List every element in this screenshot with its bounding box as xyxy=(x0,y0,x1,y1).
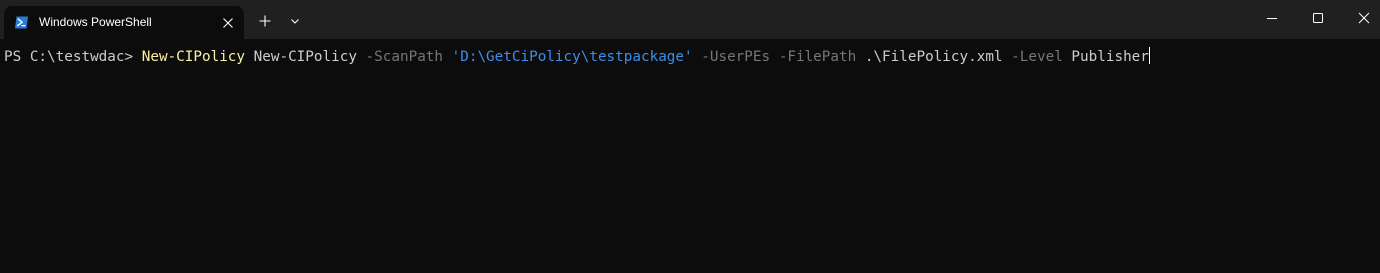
filepath-value: .\FilePolicy.xml xyxy=(864,49,1003,65)
scanpath-param: -ScanPath xyxy=(365,49,444,65)
level-value: Publisher xyxy=(1071,49,1149,65)
argument-token: New-CIPolicy xyxy=(245,49,366,65)
maximize-button[interactable] xyxy=(1295,0,1341,36)
prompt: PS C:\testwdac> xyxy=(4,49,142,65)
tab-dropdown-button[interactable] xyxy=(285,11,305,31)
minimize-button[interactable] xyxy=(1249,0,1295,36)
tab-title: Windows PowerShell xyxy=(39,15,152,29)
chevron-down-icon xyxy=(291,19,299,24)
scanpath-value: 'D:\GetCiPolicy\testpackage' xyxy=(451,49,693,65)
cmdlet-token: New-CIPolicy xyxy=(141,49,246,65)
filepath-param: -FilePath xyxy=(778,49,857,65)
maximize-icon xyxy=(1313,13,1323,23)
userpes-param: -UserPEs xyxy=(701,49,771,65)
tab-bar: Windows PowerShell xyxy=(0,0,1380,39)
minimize-icon xyxy=(1267,18,1277,19)
tab-windows-powershell[interactable]: Windows PowerShell xyxy=(4,6,244,39)
close-icon xyxy=(1358,12,1370,24)
close-tab-icon[interactable] xyxy=(222,16,234,28)
plus-icon xyxy=(259,15,271,27)
level-param: -Level xyxy=(1011,49,1063,65)
powershell-icon xyxy=(14,15,29,30)
terminal-window: Windows PowerShell PS C:\testwdac> New-C… xyxy=(0,0,1380,273)
new-tab-button[interactable] xyxy=(255,11,275,31)
text-cursor xyxy=(1148,47,1150,64)
close-window-button[interactable] xyxy=(1341,0,1380,36)
terminal-pane[interactable]: PS C:\testwdac> New-CIPolicy New-CIPolic… xyxy=(0,39,1380,273)
command-line: PS C:\testwdac> New-CIPolicy New-CIPolic… xyxy=(4,47,1150,67)
